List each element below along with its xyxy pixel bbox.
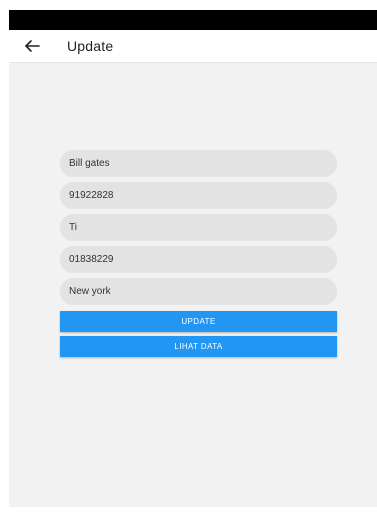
phone-field[interactable]: 01838229: [60, 246, 337, 273]
view-data-button[interactable]: LIHAT DATA: [60, 336, 337, 357]
class-field[interactable]: Ti: [60, 214, 337, 241]
name-field[interactable]: Bill gates: [60, 150, 337, 177]
address-field[interactable]: New york: [60, 278, 337, 305]
update-button[interactable]: UPDATE: [60, 311, 337, 332]
arrow-left-icon[interactable]: [22, 37, 42, 55]
page-title: Update: [67, 38, 114, 54]
id-field[interactable]: 91922828: [60, 182, 337, 209]
bottom-strip: [9, 507, 377, 530]
update-form: Bill gates 91922828 Ti 01838229 New york…: [9, 63, 377, 507]
status-bar: [9, 10, 377, 30]
app-bar: Update: [9, 30, 377, 63]
